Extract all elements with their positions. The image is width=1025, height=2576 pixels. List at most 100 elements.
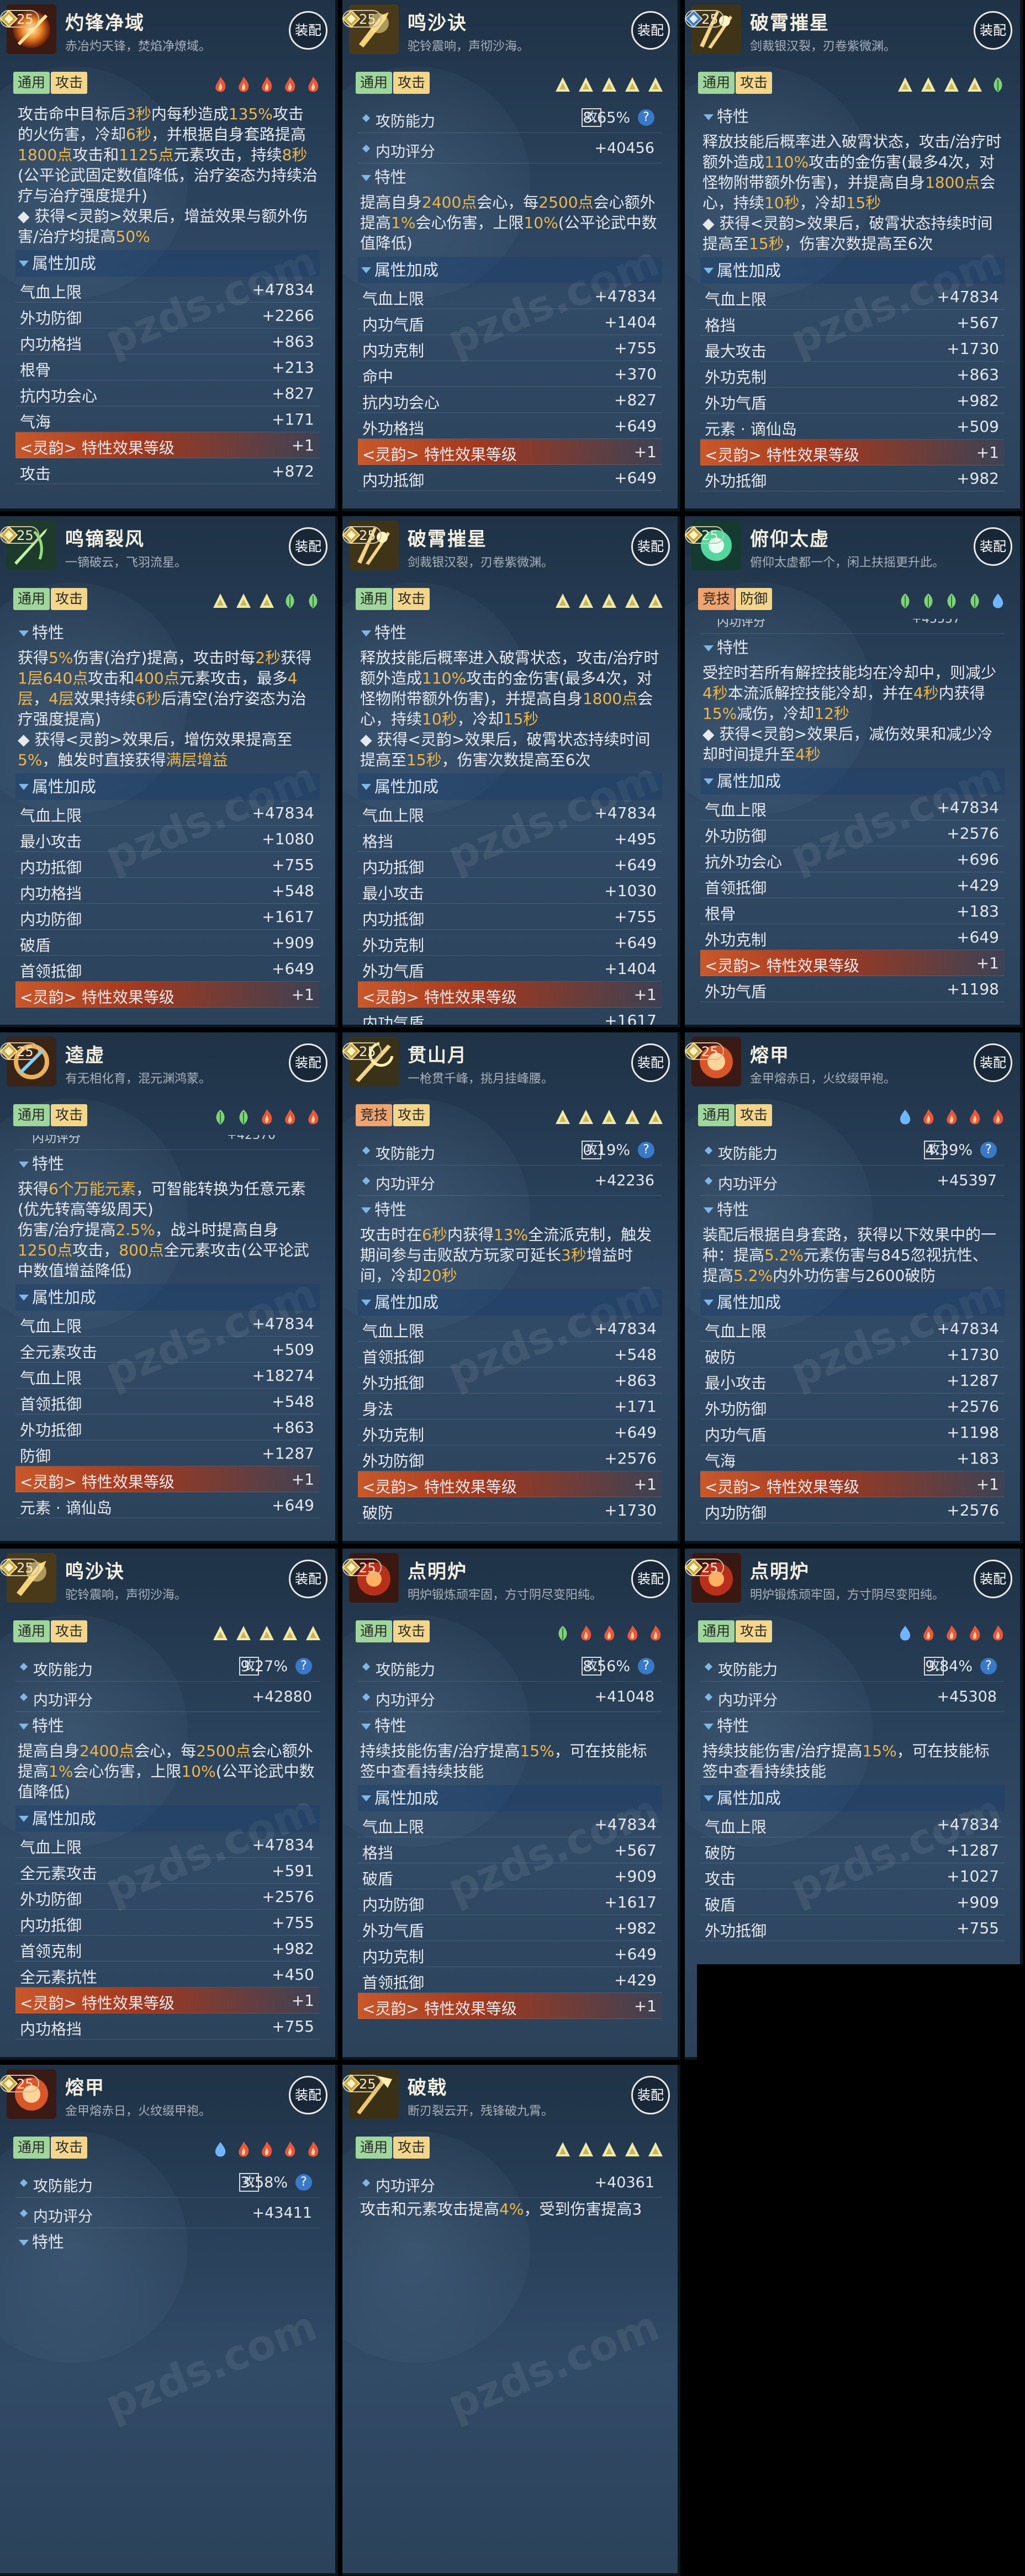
attribute-row: 最小攻击 +1030 [358, 878, 662, 904]
flame-icon [601, 1625, 617, 1641]
category-tag: 攻击 [393, 2137, 430, 2159]
equip-button[interactable]: 装配 [974, 11, 1012, 50]
attribute-section-header[interactable]: 属性加成 [358, 1785, 662, 1811]
attribute-section-header[interactable]: 属性加成 [15, 250, 320, 277]
attribute-header-label: 属性加成 [717, 261, 781, 280]
trait-section-header[interactable]: 特性 [700, 1196, 1005, 1223]
equipment-card[interactable]: pzds.com 贯山月 +25 一枪贯千峰，挑月挂峰腰。 装配 竞技 攻击 攻防能力攻 0.1… [342, 1032, 680, 1544]
attribute-row: 根骨 +183 [700, 898, 1005, 924]
triangle-icon [555, 76, 570, 93]
attribute-section-header[interactable]: 属性加成 [700, 1289, 1005, 1316]
attribute-value: +1287 [262, 1444, 314, 1462]
item-flavor-text: 明炉锻炼顽牢固，方寸阴尽变阳纯。 [408, 1588, 603, 1602]
tag-list: 通用 攻击 [698, 1104, 773, 1128]
attribute-value: +863 [614, 1371, 657, 1390]
equip-button[interactable]: 装配 [974, 527, 1012, 566]
attribute-label: 气海 [20, 413, 51, 431]
equip-button[interactable]: 装配 [289, 1560, 327, 1598]
element-glyph-row [205, 592, 321, 609]
equipment-card[interactable]: pzds.com 鸣沙诀 +25 驼铃震响，声彻沙海。 装配 通用 攻击 攻防能力攻 9.27%… [0, 1549, 338, 2060]
attribute-value: +982 [957, 469, 999, 487]
trait-section-header[interactable]: 特性 [15, 619, 320, 646]
equip-button[interactable]: 装配 [631, 527, 670, 566]
attribute-section-header[interactable]: 属性加成 [15, 1284, 320, 1311]
equip-button[interactable]: 装配 [289, 1043, 327, 1082]
item-flavor-text: 断刃裂云开，残锋破九霄。 [408, 2105, 554, 2118]
equipment-card[interactable]: pzds.com 熔甲 +25 金甲熔赤日，火纹缀甲袍。 装配 通用 攻击 攻防能力攻 4.39… [685, 1032, 1023, 1544]
trait-section-header[interactable]: 特性 [358, 1196, 662, 1223]
equipment-card[interactable]: pzds.com 鸣镝裂风 +25 一镝破云，飞羽流星。 装配 通用 攻击 特性 获得5%伤害(… [0, 516, 338, 1027]
attribute-label: 格挡 [705, 316, 736, 335]
equipment-card[interactable]: pzds.com 俯仰太虚 +25 俯仰太虚都一个，闲上扶摇更升此。 装配 竞技 防御 内功评… [685, 516, 1023, 1027]
leaf-icon [213, 1109, 228, 1125]
water-drop-icon [213, 2141, 228, 2158]
attribute-section-header[interactable]: 属性加成 [358, 257, 662, 283]
attribute-section-header[interactable]: 属性加成 [15, 1805, 320, 1832]
help-icon[interactable]: ? [295, 1658, 312, 1674]
help-icon[interactable]: ? [295, 2174, 312, 2191]
equip-button[interactable]: 装配 [631, 1560, 670, 1598]
attribute-section-header[interactable]: 属性加成 [358, 1289, 662, 1316]
attribute-label: 抗内功会心 [362, 394, 440, 412]
attribute-section-header[interactable]: 属性加成 [15, 773, 320, 800]
equip-button[interactable]: 装配 [289, 2076, 327, 2114]
attribute-label: 格挡 [362, 1844, 394, 1862]
trait-section-header[interactable]: 特性 [358, 619, 662, 646]
equipment-card[interactable]: pzds.com 点明炉 +25 明炉锻炼顽牢固，方寸阴尽变阳纯。 装配 通用 攻击 攻防能力… [342, 1549, 680, 2060]
trait-header-label: 特性 [374, 168, 407, 187]
equipment-card[interactable]: pzds.com 鸣沙诀 +25 驼铃震响，声彻沙海。 装配 通用 攻击 攻防能力攻 8.65%… [342, 0, 680, 511]
equipment-card[interactable]: pzds.com 灼锋净域 +25 赤冶灼天锋，焚焰净燎域。 装配 通用 攻击 攻击命中目标后… [0, 0, 338, 511]
attribute-value: +47834 [252, 280, 314, 299]
help-icon[interactable]: ? [638, 1658, 654, 1674]
lingyun-attribute-row: <灵韵> 特性效果等级 +1 [358, 439, 662, 465]
attribute-value: +47834 [594, 804, 657, 822]
equip-button[interactable]: 装配 [631, 1043, 670, 1082]
equip-button[interactable]: 装配 [631, 11, 670, 50]
collapse-triangle-icon [19, 261, 29, 267]
equipment-card[interactable]: pzds.com 逵虚 +25 有无相化育，混元渊鸿蒙。 装配 通用 攻击 内功评分 +4237… [0, 1032, 338, 1544]
card-body: 攻防能力攻 3.58%? 内功评分 +43411 特性 [15, 2167, 320, 2573]
trait-section-header[interactable]: 特性 [15, 1150, 320, 1178]
trait-description: 攻击命中目标后3秒内每秒造成135%攻击的火伤害，冷却6秒，并根据自身套路提高1… [18, 105, 318, 246]
trait-section-header[interactable]: 特性 [15, 1712, 320, 1740]
attribute-label: 破盾 [20, 936, 51, 955]
attribute-row: 外功抵御 +863 [358, 1367, 662, 1393]
attribute-label: 气血上限 [705, 290, 767, 309]
triangle-icon [897, 76, 913, 93]
trait-description: 持续技能伤害/治疗提高15%，可在技能标签中查看持续技能 [702, 1742, 990, 1780]
help-icon[interactable]: ? [638, 1142, 654, 1158]
attribute-section-header[interactable]: 属性加成 [700, 257, 1005, 284]
trait-description: 持续技能伤害/治疗提高15%，可在技能标签中查看持续技能 [360, 1742, 647, 1780]
equip-button[interactable]: 装配 [631, 2076, 670, 2114]
card-header: 灼锋净域 +25 赤冶灼天锋，焚焰净燎域。 装配 [0, 0, 335, 65]
stat-value: 9.84% [925, 1658, 973, 1675]
trait-description: 受控时若所有解控技能均在冷却中，则减少4秒本流派解控技能冷却，并在4秒内获得15… [702, 664, 997, 764]
leaf-icon [305, 592, 321, 609]
help-icon[interactable]: ? [638, 109, 654, 126]
equipment-card[interactable]: pzds.com 熔甲 +25 金甲熔赤日，火纹缀甲袍。 装配 通用 攻击 攻防能力攻 3.58… [0, 2065, 338, 2576]
attribute-label: 破防 [362, 1504, 394, 1522]
help-icon[interactable]: ? [980, 1658, 997, 1674]
trait-section-header[interactable]: 特性 [700, 634, 1005, 661]
attribute-section-header[interactable]: 属性加成 [358, 773, 662, 800]
attribute-label: 身法 [362, 1400, 394, 1418]
equip-button[interactable]: 装配 [974, 1560, 1012, 1598]
trait-section-header[interactable]: 特性 [358, 1712, 662, 1740]
element-glyph-row [890, 1625, 1006, 1641]
equipment-card[interactable]: pzds.com 破霄摧星 +25 剑裁银汉裂，刃卷紫微渊。 装配 通用 攻击 特性 释放技能后… [685, 0, 1023, 511]
attribute-section-header[interactable]: 属性加成 [700, 768, 1005, 794]
trait-section-header[interactable]: 特性 [700, 1712, 1005, 1740]
category-tag: 攻击 [51, 2137, 88, 2159]
equip-button[interactable]: 装配 [289, 527, 327, 566]
equip-button[interactable]: 装配 [974, 1043, 1012, 1082]
attribute-section-header[interactable]: 属性加成 [700, 1785, 1005, 1811]
equip-button[interactable]: 装配 [289, 11, 327, 50]
equipment-card[interactable]: pzds.com 破霄摧星 +25 剑裁银汉裂，刃卷紫微渊。 装配 通用 攻击 特性 释放技能后… [342, 516, 680, 1027]
help-icon[interactable]: ? [980, 1142, 997, 1158]
equipment-card[interactable]: pzds.com 破戟 +25 断刃裂云开，残锋破九霄。 装配 通用 攻击 内功评分 +4036… [342, 2065, 680, 2576]
trait-section-header[interactable]: 特性 [700, 103, 1005, 130]
attribute-header-label: 属性加成 [32, 1288, 97, 1307]
trait-section-header[interactable]: 特性 [15, 2228, 320, 2256]
trait-section-header[interactable]: 特性 [358, 163, 662, 191]
triangle-icon [601, 1109, 617, 1125]
